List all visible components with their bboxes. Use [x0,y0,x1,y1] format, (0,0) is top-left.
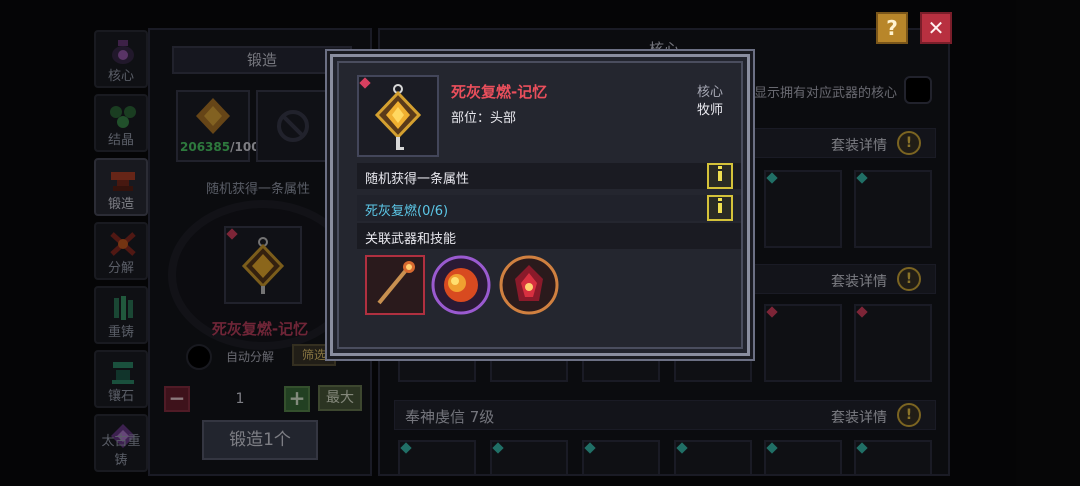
item-tooltip: 死灰复燃-记忆 部位：头部 核心 牧师 随机获得一条属性 死灰复燃(0/6) 关… [330,54,750,356]
random-attr-row: 随机获得一条属性 [357,163,741,189]
fire-skill-icon[interactable] [431,255,491,315]
set-progress-text: 死灰复燃(0/6) [365,204,449,219]
close-button[interactable]: ✕ [920,12,952,44]
help-button[interactable]: ? [876,12,908,44]
item-name: 死灰复燃-记忆 [451,83,548,101]
item-icon-slot [357,75,439,157]
amulet-icon [374,84,422,150]
related-label: 关联武器和技能 [365,232,457,247]
random-attr-text: 随机获得一条属性 [365,172,470,187]
item-type: 核心 [696,85,723,100]
info-icon[interactable] [707,163,733,189]
game-screen: 核心 结晶 锻造 分解 重铸 镶石 太古重铸 锻造 206385/100 随机获… [0,0,1080,486]
related-header-row: 关联武器和技能 [357,223,741,249]
info-icon[interactable] [707,195,733,221]
item-slot-part: 部位：头部 [451,111,517,126]
staff-weapon-icon[interactable] [365,255,425,315]
set-progress-row: 死灰复燃(0/6) [357,195,741,221]
flame-skill-icon[interactable] [499,255,559,315]
item-class: 牧师 [696,103,723,118]
tooltip-body: 死灰复燃-记忆 部位：头部 核心 牧师 随机获得一条属性 死灰复燃(0/6) 关… [337,61,743,349]
